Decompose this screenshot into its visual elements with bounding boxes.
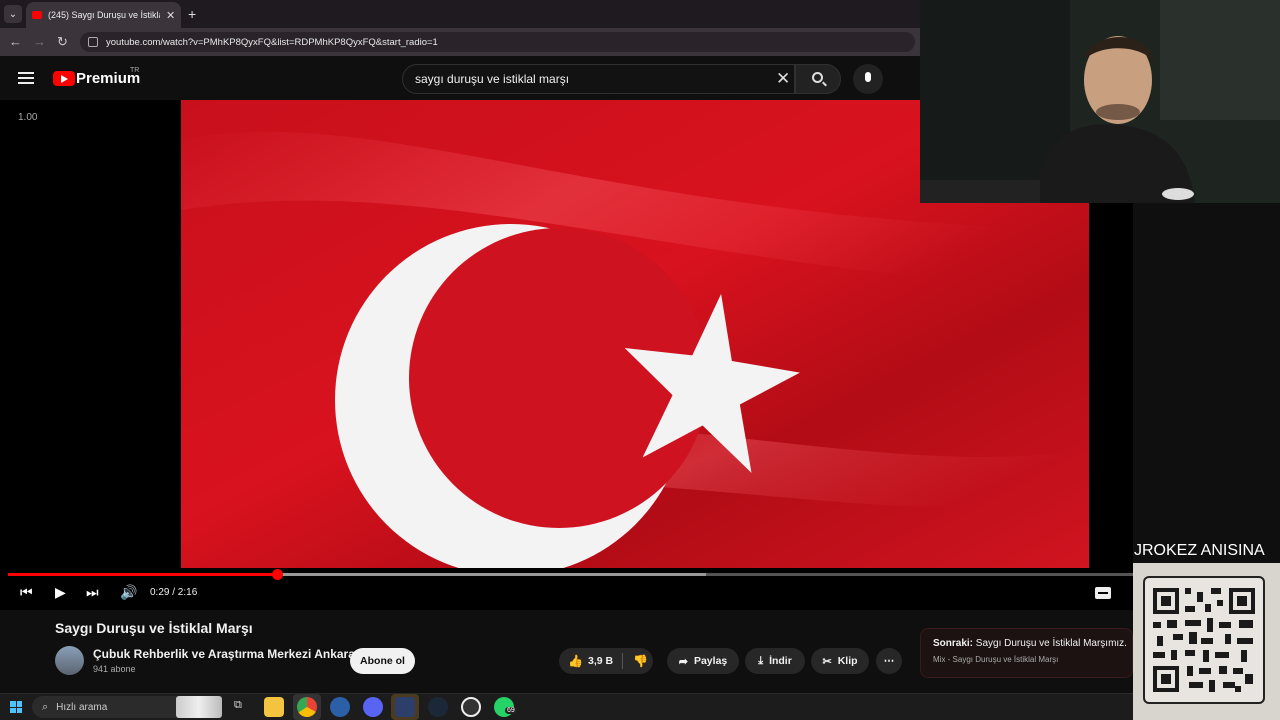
browser-tab[interactable]: (245) Saygı Duruşu ve İstiklal M ✕ xyxy=(26,2,181,28)
scissors-icon: ✂ xyxy=(822,655,832,668)
whatsapp-badge: 69 xyxy=(505,707,517,714)
like-divider xyxy=(622,653,623,669)
download-label: İndir xyxy=(769,655,792,667)
download-icon: ⤓ xyxy=(758,654,764,667)
clear-search-icon[interactable]: ✕ xyxy=(776,69,790,89)
url-text: youtube.com/watch?v=PMhKP8QyxFQ&list=RDP… xyxy=(106,36,438,48)
site-settings-icon[interactable] xyxy=(88,37,98,47)
share-button[interactable]: ➦ Paylaş xyxy=(667,648,739,674)
download-button[interactable]: ⤓ İndir xyxy=(745,648,805,674)
region-code: TR xyxy=(130,67,140,74)
qr-code-image xyxy=(1143,576,1265,704)
share-label: Paylaş xyxy=(693,655,728,667)
more-icon: ⋯ xyxy=(883,655,895,667)
game-launcher-icon[interactable] xyxy=(395,697,415,717)
forward-arrow-icon[interactable]: → xyxy=(33,34,46,49)
video-title: Saygı Duruşu ve İstiklal Marşı xyxy=(55,620,253,636)
tab-search-button[interactable]: ⌄ xyxy=(4,5,22,23)
tab-title: (245) Saygı Duruşu ve İstiklal M xyxy=(48,10,160,20)
webcam-overlay xyxy=(920,0,1280,203)
obs-icon[interactable] xyxy=(461,697,481,717)
dislike-icon[interactable]: 👎 xyxy=(633,654,648,668)
up-next-subtitle: Mix - Saygı Duruşu ve İstiklal Marşı xyxy=(933,655,1059,664)
up-next-title: Sonraki: Saygı Duruşu ve İstiklal Marşım… xyxy=(933,638,1127,649)
share-icon: ➦ xyxy=(678,655,688,668)
subscribe-button[interactable]: Abone ol xyxy=(350,648,415,674)
like-count[interactable]: 3,9 B xyxy=(588,655,613,667)
up-next-card[interactable]: Sonraki: Saygı Duruşu ve İstiklal Marşım… xyxy=(920,628,1133,678)
progress-scrubber[interactable] xyxy=(272,569,283,580)
hamburger-menu-icon[interactable] xyxy=(18,72,34,84)
stream-overlay-text: JROKEZ ANISINA xyxy=(1134,542,1265,559)
progress-buffered xyxy=(278,573,706,576)
back-arrow-icon[interactable]: ← xyxy=(9,34,22,49)
streamer-camera-image xyxy=(920,0,1280,203)
youtube-favicon-icon xyxy=(32,11,42,19)
reload-icon[interactable]: ↻ xyxy=(57,34,68,50)
task-view-icon[interactable]: ⧉ xyxy=(234,699,242,712)
search-query: saygı duruşu ve istiklal marşı xyxy=(415,72,570,86)
subtitles-icon[interactable] xyxy=(1095,587,1111,599)
like-icon[interactable]: 👍 xyxy=(568,654,583,668)
file-explorer-icon[interactable] xyxy=(264,697,284,717)
network-app-icon[interactable] xyxy=(330,697,350,717)
search-icon xyxy=(812,72,823,83)
clip-label: Klip xyxy=(837,655,858,667)
more-actions-button[interactable]: ⋯ xyxy=(876,648,902,674)
new-tab-button[interactable]: + xyxy=(188,6,196,22)
previous-icon[interactable]: ⏮ xyxy=(20,584,33,601)
progress-played xyxy=(8,573,278,576)
discord-icon[interactable] xyxy=(363,697,383,717)
search-highlight-image xyxy=(176,696,222,718)
taskbar-search-placeholder: Hızlı arama xyxy=(56,701,108,713)
clip-button[interactable]: ✂ Klip xyxy=(811,648,869,674)
time-display: 0:29 / 2:16 xyxy=(150,587,198,598)
channel-avatar[interactable] xyxy=(55,646,84,675)
next-icon[interactable]: ⏭ xyxy=(86,584,99,601)
qr-code-icon xyxy=(1153,588,1255,692)
address-bar[interactable]: youtube.com/watch?v=PMhKP8QyxFQ&list=RDP… xyxy=(80,32,915,52)
youtube-logo-icon[interactable] xyxy=(53,71,75,86)
microphone-icon xyxy=(865,72,871,82)
like-dislike-group: 👍 3,9 B 👎 xyxy=(559,648,653,674)
search-input[interactable]: saygı duruşu ve istiklal marşı xyxy=(402,64,795,94)
volume-icon[interactable]: 🔊 xyxy=(120,584,137,601)
windows-start-icon[interactable] xyxy=(10,701,22,713)
subscriber-count: 941 abone xyxy=(93,664,136,674)
play-icon[interactable]: ▶ xyxy=(55,584,66,601)
search-icon: ⌕ xyxy=(42,700,49,713)
playback-speed-label: 1.00 xyxy=(18,112,38,123)
channel-name[interactable]: Çubuk Rehberlik ve Araştırma Merkezi Ank… xyxy=(93,647,355,661)
steam-icon[interactable] xyxy=(428,697,448,717)
chrome-icon[interactable] xyxy=(297,697,317,717)
tab-close-icon[interactable]: ✕ xyxy=(166,9,175,22)
